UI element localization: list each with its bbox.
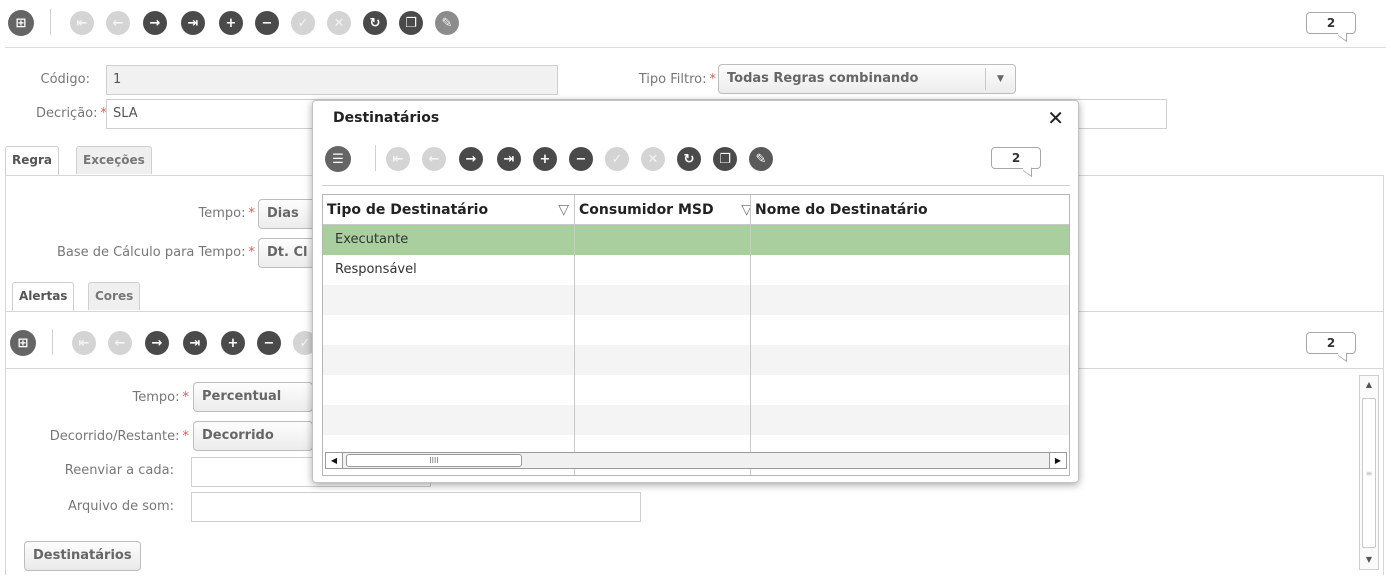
scroll-up-icon[interactable]: ▲ [1360, 376, 1378, 394]
table-row-empty [323, 375, 1069, 405]
remove-icon[interactable]: − [255, 11, 279, 35]
scroll-right-icon[interactable]: ▶ [1049, 453, 1066, 468]
arquivo-som-label: Arquivo de som: [67, 499, 174, 514]
descricao-label: Decrição: * [35, 106, 107, 121]
alertas-record-counter: 2 [1306, 332, 1356, 354]
base-calculo-select[interactable]: Dt. Cl [258, 238, 318, 268]
close-icon[interactable]: ✕ [1047, 106, 1064, 130]
first-icon[interactable]: ⇤ [72, 331, 96, 355]
next-icon[interactable]: → [143, 11, 167, 35]
toolbar-separator [52, 329, 53, 355]
add-icon[interactable]: + [219, 11, 243, 35]
column-divider [574, 225, 575, 475]
row-tipo: Responsável [335, 262, 417, 277]
destinatarios-dialog: Destinatários ✕ ☰ ⇤ ← → ⇥ + − ✓ ✕ ↻ ❐ ✎ … [312, 100, 1079, 483]
tipo-filtro-select[interactable]: Todas Regras combinando ▼ [718, 64, 1016, 94]
tipo-filtro-value: Todas Regras combinando [727, 71, 919, 86]
next-icon[interactable]: → [145, 331, 169, 355]
tab-excecoes[interactable]: Exceções [76, 146, 152, 174]
dialog-record-counter: 2 [991, 147, 1041, 169]
horizontal-scrollbar[interactable]: ◀ IIII ▶ [325, 452, 1067, 469]
column-header-label: Tipo de Destinatário [327, 202, 489, 218]
table-row[interactable]: Responsável [323, 255, 1069, 285]
previous-icon[interactable]: ← [422, 147, 446, 171]
column-header-label: Nome do Destinatário [755, 202, 928, 218]
tab-regra[interactable]: Regra [5, 146, 59, 175]
table-row[interactable]: Executante [323, 225, 1069, 255]
tipo-filtro-label: Tipo Filtro: * [638, 72, 716, 87]
last-icon[interactable]: ⇥ [183, 331, 207, 355]
toolbar-separator [50, 9, 51, 35]
cancel-icon[interactable]: ✕ [641, 147, 665, 171]
base-calculo-label: Base de Cálculo para Tempo: * [56, 245, 255, 260]
panel-left-border [5, 175, 6, 575]
toolbar-divider [5, 47, 1386, 48]
first-icon[interactable]: ⇤ [386, 147, 410, 171]
next-icon[interactable]: → [459, 147, 483, 171]
recipients-table: Tipo de Destinatário ▽ Consumidor MSD ▽ … [322, 194, 1070, 476]
codigo-field[interactable]: 1 [106, 65, 558, 95]
scroll-left-icon[interactable]: ◀ [326, 453, 343, 468]
regra-tempo-select[interactable]: Dias [258, 199, 318, 229]
filter-icon[interactable]: ▽ [558, 195, 569, 225]
tab-alertas[interactable]: Alertas [12, 282, 75, 311]
refresh-icon[interactable]: ↻ [363, 11, 387, 35]
decorrido-restante-label: Decorrido/Restante: * [49, 429, 189, 444]
scroll-thumb[interactable]: IIII [346, 454, 522, 467]
columns-icon[interactable]: ☰ [325, 146, 351, 172]
previous-icon[interactable]: ← [108, 331, 132, 355]
column-divider [750, 225, 751, 475]
column-header-tipo[interactable]: Tipo de Destinatário ▽ [323, 195, 574, 225]
alertas-tempo-select[interactable]: Percentual [193, 382, 313, 412]
remove-icon[interactable]: − [569, 147, 593, 171]
row-tipo: Executante [335, 232, 409, 247]
confirm-icon[interactable]: ✓ [605, 147, 629, 171]
table-row-empty [323, 345, 1069, 375]
alertas-tempo-label: Tempo: * [132, 390, 189, 405]
panel-right-border [1383, 175, 1384, 575]
table-row-empty [323, 285, 1069, 315]
toolbar-separator [375, 145, 376, 171]
previous-icon[interactable]: ← [106, 11, 130, 35]
scroll-down-icon[interactable]: ▼ [1360, 551, 1378, 569]
dialog-toolbar-divider [322, 185, 1070, 186]
confirm-icon[interactable]: ✓ [291, 11, 315, 35]
table-row-empty [323, 405, 1069, 435]
cancel-icon[interactable]: ✕ [327, 11, 351, 35]
scroll-thumb[interactable]: ≡ [1362, 398, 1376, 548]
regra-tempo-label: Tempo: * [198, 206, 255, 221]
add-icon[interactable]: + [533, 147, 557, 171]
last-icon[interactable]: ⇥ [181, 11, 205, 35]
add-icon[interactable]: + [221, 331, 245, 355]
table-row-empty [323, 435, 1069, 453]
decorrido-restante-select[interactable]: Decorrido [193, 421, 313, 451]
record-counter: 2 [1306, 12, 1356, 34]
remove-icon[interactable]: − [257, 331, 281, 355]
edit-icon[interactable]: ✎ [435, 11, 459, 35]
copy-icon[interactable]: ❐ [399, 11, 423, 35]
destinatarios-button[interactable]: Destinatários [24, 541, 141, 571]
table-row-empty [323, 315, 1069, 345]
last-icon[interactable]: ⇥ [497, 147, 521, 171]
copy-icon[interactable]: ❐ [713, 147, 737, 171]
column-header-consumidor[interactable]: Consumidor MSD ▽ [574, 195, 752, 225]
first-icon[interactable]: ⇤ [70, 11, 94, 35]
refresh-icon[interactable]: ↻ [677, 147, 701, 171]
edit-icon[interactable]: ✎ [749, 147, 773, 171]
columns-icon[interactable]: ⊞ [10, 330, 36, 356]
vertical-scrollbar[interactable]: ▲ ≡ ▼ [1359, 375, 1379, 570]
columns-icon[interactable]: ⊞ [8, 10, 34, 36]
tab-cores[interactable]: Cores [88, 282, 141, 310]
column-header-nome[interactable]: Nome do Destinatário [750, 195, 1069, 225]
dialog-title: Destinatários [333, 110, 440, 126]
arquivo-som-field[interactable] [191, 492, 641, 522]
chevron-down-icon[interactable]: ▼ [985, 68, 1015, 90]
codigo-label: Código: [40, 72, 90, 87]
reenviar-label: Reenviar a cada: [64, 463, 174, 478]
column-header-label: Consumidor MSD [579, 202, 714, 218]
